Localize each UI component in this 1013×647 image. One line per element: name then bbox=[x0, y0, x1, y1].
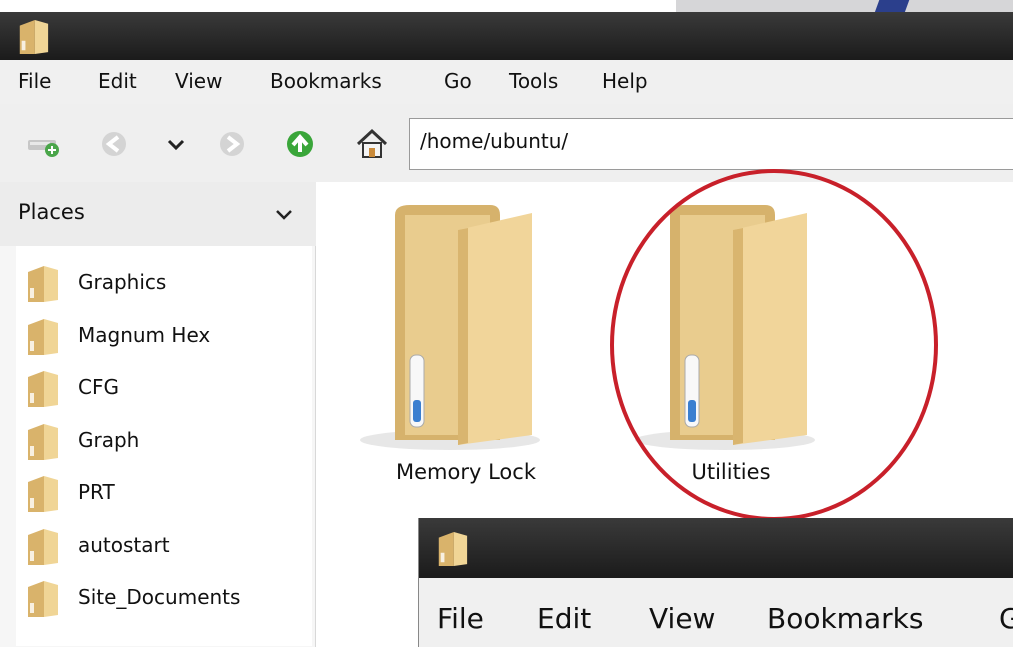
menu-tools[interactable]: Tools bbox=[509, 69, 558, 93]
second-window-title-bar[interactable] bbox=[419, 518, 1013, 578]
folder-icon bbox=[24, 579, 60, 619]
menu-file[interactable]: File bbox=[18, 69, 51, 93]
folder-icon bbox=[24, 527, 60, 567]
forward-icon[interactable] bbox=[214, 126, 250, 162]
memory-lock-folder-icon[interactable] bbox=[350, 195, 550, 455]
menu-view[interactable]: View bbox=[175, 69, 222, 93]
back-icon[interactable] bbox=[96, 126, 132, 162]
menu-bookmarks[interactable]: Bookmarks bbox=[767, 602, 923, 635]
folder-icon bbox=[24, 264, 60, 304]
history-dropdown-icon[interactable] bbox=[158, 126, 194, 162]
sidebar-item-magnum-hex[interactable]: Magnum Hex bbox=[16, 311, 296, 359]
menu-view[interactable]: View bbox=[649, 602, 715, 635]
folder-icon bbox=[24, 474, 60, 514]
title-bar[interactable] bbox=[0, 12, 1013, 60]
sidebar: Places Graphics Magnum Hex CFG Graph PRT… bbox=[0, 182, 316, 647]
chevron-down-icon[interactable] bbox=[272, 202, 296, 226]
highlight-circle bbox=[610, 169, 938, 521]
folder-app-icon bbox=[16, 18, 50, 56]
menu-edit[interactable]: Edit bbox=[537, 602, 591, 635]
home-icon[interactable] bbox=[354, 126, 390, 162]
folder-label-memory-lock[interactable]: Memory Lock bbox=[346, 460, 586, 484]
places-title: Places bbox=[18, 200, 85, 224]
menu-bookmarks[interactable]: Bookmarks bbox=[270, 69, 382, 93]
sidebar-item-cfg[interactable]: CFG bbox=[16, 363, 296, 411]
sidebar-item-autostart[interactable]: autostart bbox=[16, 521, 296, 569]
menu-edit[interactable]: Edit bbox=[98, 69, 137, 93]
menu-go[interactable]: Go bbox=[444, 69, 472, 93]
sidebar-item-label: Site_Documents bbox=[78, 585, 241, 609]
sidebar-item-label: PRT bbox=[78, 480, 115, 504]
menu-help[interactable]: Help bbox=[602, 69, 648, 93]
menu-go[interactable]: G bbox=[999, 602, 1013, 635]
second-window: File Edit View Bookmarks G bbox=[418, 518, 1013, 647]
sidebar-item-label: Graphics bbox=[78, 270, 167, 294]
location-input[interactable]: /home/ubuntu/ bbox=[409, 118, 1013, 170]
sidebar-item-label: Magnum Hex bbox=[78, 323, 211, 347]
folder-app-icon bbox=[435, 528, 469, 570]
folder-icon bbox=[24, 369, 60, 409]
sidebar-item-graphics[interactable]: Graphics bbox=[16, 258, 296, 306]
sidebar-item-label: CFG bbox=[78, 375, 119, 399]
folder-icon bbox=[24, 422, 60, 462]
new-tab-icon[interactable] bbox=[24, 126, 60, 162]
sidebar-item-label: autostart bbox=[78, 533, 170, 557]
sidebar-item-prt[interactable]: PRT bbox=[16, 468, 296, 516]
places-header[interactable]: Places bbox=[0, 182, 316, 246]
sidebar-item-site-documents[interactable]: Site_Documents bbox=[16, 573, 296, 621]
sidebar-item-label: Graph bbox=[78, 428, 140, 452]
folder-icon bbox=[24, 317, 60, 357]
parent-folder-icon[interactable] bbox=[282, 126, 318, 162]
menu-bar: File Edit View Bookmarks Go Tools Help bbox=[0, 60, 1013, 104]
sidebar-item-graph[interactable]: Graph bbox=[16, 416, 296, 464]
places-list: Graphics Magnum Hex CFG Graph PRT autost… bbox=[16, 246, 312, 646]
menu-file[interactable]: File bbox=[437, 602, 484, 635]
